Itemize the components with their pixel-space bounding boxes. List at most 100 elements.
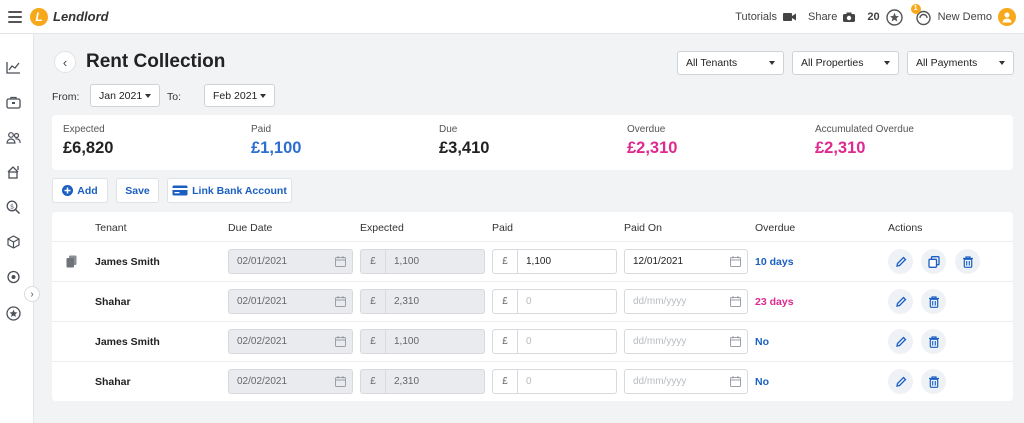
svg-text:$: $ [10, 203, 14, 211]
payment-filter-value: All Payments [916, 57, 978, 69]
summary-label: Overdue [627, 124, 666, 135]
summary-label: Accumulated Overdue [815, 124, 914, 135]
edit-button[interactable] [888, 249, 913, 274]
from-date-dropdown[interactable]: Jan 2021 [90, 84, 160, 107]
save-button-label: Save [125, 184, 150, 197]
paid-on-input[interactable]: 12/01/2021 [624, 249, 748, 274]
paid-value: 1,100 [526, 256, 552, 267]
user-name[interactable]: New Demo [938, 11, 992, 23]
summary-value: £2,310 [627, 139, 678, 157]
delete-button[interactable] [921, 369, 946, 394]
tutorials-link[interactable]: Tutorials [735, 11, 777, 23]
tenant-filter-dropdown[interactable]: All Tenants [677, 51, 784, 75]
caret-down-icon [145, 93, 151, 98]
summary-accumulated-overdue: Accumulated Overdue £2,310 [815, 124, 914, 158]
table-row: Shahar 02/01/2021 £ 2,310 £ 0 dd/mm/yyyy… [52, 281, 1013, 321]
paid-on-value: 12/01/2021 [633, 256, 684, 267]
star-badge-icon[interactable] [885, 8, 903, 26]
boxes-icon[interactable] [4, 233, 22, 251]
paid-on-placeholder: dd/mm/yyyy [633, 296, 687, 307]
due-date-field: 02/01/2021 [228, 249, 353, 274]
camera-icon[interactable] [843, 12, 856, 22]
edit-button[interactable] [888, 289, 913, 314]
calendar-icon[interactable] [730, 336, 741, 347]
paid-input[interactable]: £ 0 [492, 289, 617, 314]
tenant-name[interactable]: Shahar [95, 296, 131, 308]
delete-button[interactable] [921, 289, 946, 314]
user-avatar-icon[interactable] [998, 8, 1016, 26]
paid-on-input[interactable]: dd/mm/yyyy [624, 369, 748, 394]
delete-button[interactable] [955, 249, 980, 274]
pencil-icon [895, 336, 906, 347]
paid-placeholder: 0 [526, 336, 532, 347]
paid-input[interactable]: £ 1,100 [492, 249, 617, 274]
pencil-icon [895, 376, 906, 387]
summary-value: £3,410 [439, 139, 490, 157]
calendar-icon [335, 336, 346, 347]
to-date-dropdown[interactable]: Feb 2021 [204, 84, 275, 107]
sync-icon[interactable] [4, 268, 22, 286]
summary-value: £1,100 [251, 139, 302, 157]
caret-down-icon [260, 93, 266, 98]
summary-due: Due £3,410 [439, 124, 489, 158]
trash-icon [928, 335, 939, 348]
calendar-icon [335, 376, 346, 387]
property-icon[interactable] [4, 163, 22, 181]
summary-card: Expected £6,820 Paid £1,100 Due £3,410 O… [52, 115, 1013, 170]
documents-icon[interactable] [66, 255, 77, 271]
table-row: Shahar 02/02/2021 £ 2,310 £ 0 dd/mm/yyyy… [52, 361, 1013, 401]
pencil-icon [895, 256, 906, 267]
video-icon[interactable] [782, 12, 796, 22]
summary-label: Paid [251, 124, 272, 135]
summary-expected: Expected £6,820 [63, 124, 113, 158]
table-row: James Smith 02/02/2021 £ 1,100 £ 0 dd/mm… [52, 321, 1013, 361]
duplicate-button[interactable] [921, 249, 946, 274]
property-filter-dropdown[interactable]: All Properties [792, 51, 899, 75]
caret-down-icon [884, 61, 890, 65]
tenant-name[interactable]: James Smith [95, 256, 160, 268]
users-icon[interactable] [4, 128, 22, 146]
chart-line-icon[interactable] [4, 58, 22, 76]
link-bank-account-button[interactable]: Link Bank Account [167, 178, 292, 203]
link-bank-account-label: Link Bank Account [192, 184, 287, 197]
from-label: From: [52, 91, 80, 103]
expected-field: £ 2,310 [360, 289, 485, 314]
currency-symbol: £ [361, 290, 386, 313]
calendar-icon[interactable] [730, 296, 741, 307]
copy-icon [927, 255, 940, 268]
summary-overdue: Overdue £2,310 [627, 124, 677, 158]
back-button[interactable]: ‹ [54, 51, 76, 73]
tenant-name[interactable]: James Smith [95, 336, 160, 348]
paid-input[interactable]: £ 0 [492, 369, 617, 394]
star-icon[interactable] [4, 304, 22, 322]
save-button[interactable]: Save [116, 178, 159, 203]
calendar-icon[interactable] [730, 376, 741, 387]
search-money-icon[interactable]: $ [4, 198, 22, 216]
notifications-icon[interactable]: 1 [910, 3, 932, 26]
add-button[interactable]: Add [52, 178, 108, 203]
payment-filter-dropdown[interactable]: All Payments [907, 51, 1014, 75]
calendar-icon[interactable] [730, 256, 741, 267]
trash-icon [928, 295, 939, 308]
overdue-status: No [755, 336, 769, 348]
paid-on-input[interactable]: dd/mm/yyyy [624, 329, 748, 354]
paid-input[interactable]: £ 0 [492, 329, 617, 354]
paid-on-input[interactable]: dd/mm/yyyy [624, 289, 748, 314]
delete-button[interactable] [921, 329, 946, 354]
menu-icon[interactable] [8, 10, 22, 23]
edit-button[interactable] [888, 329, 913, 354]
briefcase-icon[interactable] [4, 93, 22, 111]
tenant-name[interactable]: Shahar [95, 376, 131, 388]
property-filter-value: All Properties [801, 57, 864, 69]
overdue-status: 23 days [755, 296, 794, 308]
share-link[interactable]: Share [808, 11, 837, 23]
notification-badge: 1 [910, 3, 921, 14]
trash-icon [928, 375, 939, 388]
currency-symbol: £ [493, 250, 518, 273]
edit-button[interactable] [888, 369, 913, 394]
expected-field: £ 2,310 [360, 369, 485, 394]
summary-paid: Paid £1,100 [251, 124, 301, 158]
summary-label: Expected [63, 124, 105, 135]
sidebar-expand-button[interactable]: › [24, 286, 40, 302]
column-header-due-date: Due Date [228, 222, 273, 234]
